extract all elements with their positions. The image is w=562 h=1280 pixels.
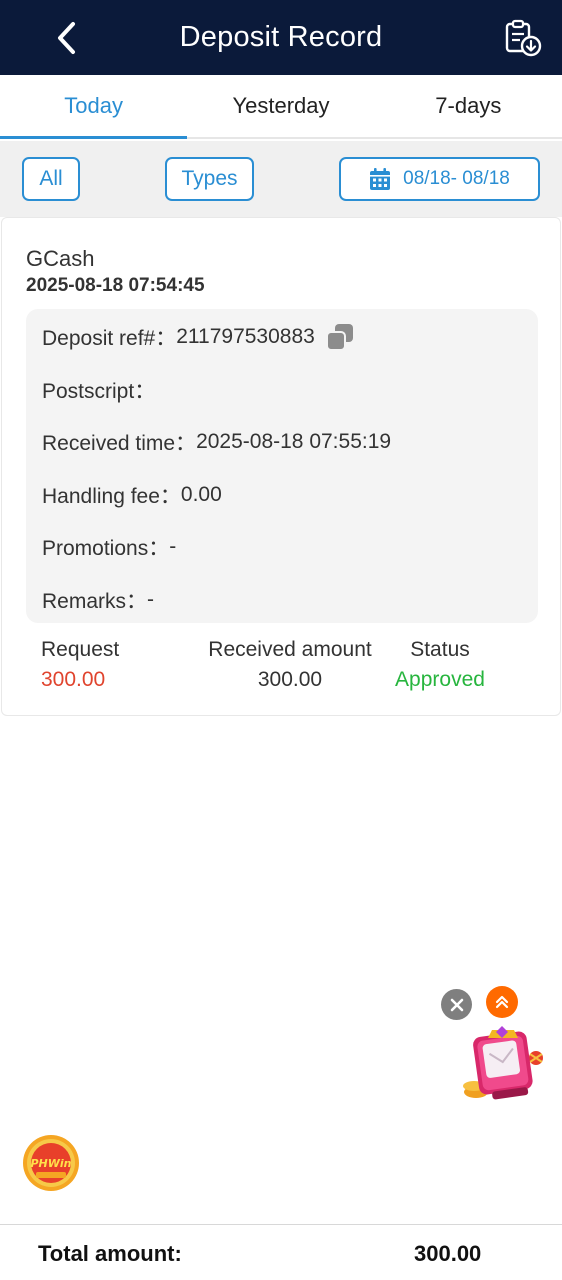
deposit-ref-row: Deposit ref#： 211797530883	[42, 322, 355, 352]
amount-summary: Request 300.00 Received amount 300.00 St…	[2, 638, 562, 698]
remarks-value: -	[147, 588, 155, 611]
deposit-datetime: 2025-08-18 07:54:45	[26, 275, 205, 296]
filter-all-button[interactable]: All	[22, 157, 80, 201]
received-amount: 300.00	[257, 668, 323, 691]
handling-fee-row: Handling fee： 0.00	[42, 480, 222, 510]
total-amount-value: 300.00	[414, 1241, 482, 1266]
request-label: Request	[41, 638, 120, 661]
payment-method: GCash	[26, 246, 95, 271]
total-amount-label: Total amount:	[38, 1241, 182, 1266]
date-tabs: Today Yesterday 7-days	[0, 75, 562, 139]
treasure-box-icon	[463, 1026, 543, 1100]
received-time-label: Received time：	[42, 432, 197, 455]
received-time-row: Received time： 2025-08-18 07:55:19	[42, 427, 391, 457]
calendar-icon	[370, 168, 391, 190]
status-column: Status Approved	[390, 638, 490, 692]
handling-fee-label: Handling fee：	[42, 485, 181, 508]
received-time-value: 2025-08-18 07:55:19	[196, 430, 392, 453]
handling-fee-value: 0.00	[180, 483, 222, 506]
svg-text:PHWin: PHWin	[30, 1157, 71, 1170]
remarks-row: Remarks： -	[42, 585, 154, 615]
close-icon	[450, 998, 463, 1011]
phwin-logo[interactable]: PHWin	[22, 1134, 80, 1192]
date-range-text: 08/18- 08/18	[403, 168, 510, 189]
deposit-record-card: GCash 2025-08-18 07:54:45 Deposit ref#： …	[1, 217, 561, 716]
export-record-button[interactable]	[502, 18, 544, 58]
filter-types-button[interactable]: Types	[165, 157, 254, 201]
close-promo-button[interactable]	[441, 989, 472, 1020]
tab-today[interactable]: Today	[0, 75, 188, 139]
double-chevron-up-icon	[495, 995, 509, 1009]
deposit-ref-label: Deposit ref#：	[42, 327, 177, 350]
copy-icon	[325, 324, 353, 351]
scroll-top-button[interactable]	[486, 986, 518, 1018]
total-footer: Total amount: 300.00	[0, 1224, 562, 1280]
promotions-row: Promotions： -	[42, 532, 176, 562]
clipboard-download-icon	[505, 19, 542, 57]
promo-gift-widget[interactable]	[458, 1024, 548, 1110]
filter-bar: All Types 08/18- 08/18	[0, 141, 562, 217]
date-range-button[interactable]: 08/18- 08/18	[339, 157, 540, 201]
postscript-label: Postscript：	[42, 380, 156, 403]
tab-7-days[interactable]: 7-days	[375, 75, 562, 137]
postscript-row: Postscript：	[42, 375, 155, 405]
request-column: Request 300.00	[41, 638, 119, 692]
copy-ref-button[interactable]	[325, 322, 355, 352]
remarks-label: Remarks：	[42, 590, 148, 613]
promotions-label: Promotions：	[42, 537, 170, 560]
record-details: Deposit ref#： 211797530883 Postscript： R…	[26, 309, 538, 623]
received-column: Received amount 300.00	[202, 638, 378, 692]
status-label: Status	[410, 638, 470, 661]
tab-yesterday[interactable]: Yesterday	[187, 75, 374, 137]
phwin-logo-icon: PHWin	[23, 1135, 79, 1191]
deposit-ref-value: 211797530883	[176, 325, 315, 348]
page-title: Deposit Record	[179, 21, 383, 53]
status-badge: Approved	[395, 668, 485, 691]
received-amount-label: Received amount	[208, 638, 372, 661]
top-app-bar: Deposit Record	[0, 0, 562, 75]
request-amount: 300.00	[41, 668, 106, 691]
promotions-value: -	[169, 535, 177, 558]
